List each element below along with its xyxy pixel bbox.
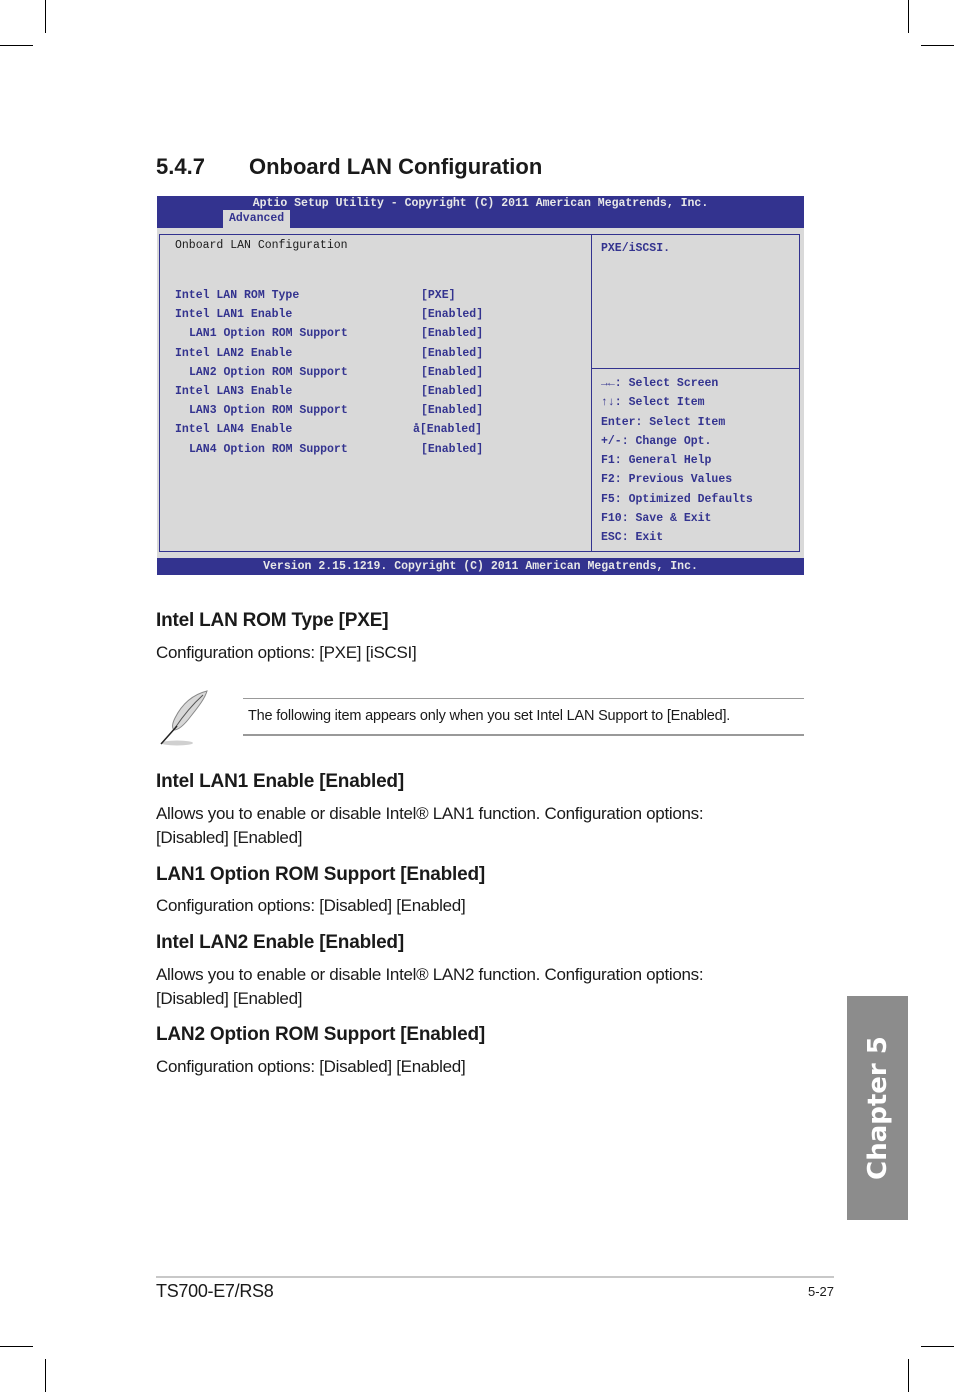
body-lan2-enable: Allows you to enable or disable Intel® L…: [156, 965, 704, 1008]
crop-mark: [921, 45, 954, 46]
crop-mark: [0, 45, 33, 46]
bios-setting-row[interactable]: Intel LAN3 Enable [Enabled]: [175, 385, 575, 401]
key-help-select-screen: →←: Select Screen: [601, 377, 719, 390]
bios-setting-row[interactable]: Intel LAN2 Enable [Enabled]: [175, 347, 575, 363]
bios-setting-value[interactable]: [Enabled]: [421, 404, 483, 417]
note-text: The following item appears only when you…: [248, 708, 731, 724]
bios-footer: Version 2.15.1219. Copyright (C) 2011 Am…: [157, 558, 804, 575]
key-help-esc: ESC: Exit: [601, 531, 664, 545]
crop-mark: [0, 1346, 33, 1347]
bios-screenshot: Aptio Setup Utility - Copyright (C) 2011…: [157, 196, 804, 575]
crop-mark: [45, 1359, 46, 1392]
bios-setting-label: Intel LAN3 Enable: [175, 385, 293, 398]
heading-lan-rom-type: Intel LAN ROM Type [PXE]: [156, 610, 389, 631]
heading-lan1-enable: Intel LAN1 Enable [Enabled]: [156, 771, 404, 792]
bios-setting-label: LAN3 Option ROM Support: [189, 404, 348, 418]
body-lan2-option-rom: Configuration options: [Disabled] [Enabl…: [156, 1057, 466, 1076]
bios-setting-label: Intel LAN1 Enable: [175, 308, 293, 322]
bios-help-text: PXE/iSCSI.: [601, 242, 671, 255]
footer-page-number: 5-27: [807, 1284, 834, 1299]
bios-setting-label: LAN2 Option ROM Support: [189, 365, 348, 379]
crop-mark: [908, 1359, 909, 1392]
bios-setting-value[interactable]: [Enabled]: [421, 443, 483, 456]
bios-setting-row[interactable]: LAN2 Option ROM Support [Enabled]: [175, 366, 575, 382]
bios-setting-label: Intel LAN2 Enable: [175, 346, 293, 360]
key-help-f1: F1: General Help: [601, 454, 712, 468]
crop-mark: [908, 0, 909, 33]
bios-setting-label: Intel LAN4 Enable: [175, 423, 293, 437]
bios-setting-row[interactable]: LAN4 Option ROM Support [Enabled]: [175, 443, 575, 459]
key-help-f2: F2: Previous Values: [601, 473, 733, 487]
bios-setting-row[interactable]: LAN1 Option ROM Support [Enabled]: [175, 327, 575, 343]
help-divider: [592, 368, 799, 369]
bios-setting-label: Intel LAN ROM Type: [175, 289, 300, 302]
chapter-tab: Chapter 5: [847, 996, 908, 1220]
crop-mark: [921, 1346, 954, 1347]
crop-mark: [45, 0, 46, 33]
section-title-text: Onboard LAN Configuration: [249, 154, 543, 179]
bios-setting-value[interactable]: [Enabled]: [421, 385, 483, 398]
bios-help-panel: PXE/iSCSI. →←: Select Screen ↑↓: Select …: [591, 234, 800, 552]
key-help-change-opt: +/-: Change Opt.: [601, 434, 712, 448]
section-number: 5.4.7: [156, 154, 205, 179]
bios-setting-row[interactable]: LAN3 Option ROM Support [Enabled]: [175, 404, 575, 420]
bios-setting-label: LAN4 Option ROM Support: [189, 442, 348, 456]
footer-divider: [156, 1276, 834, 1278]
note-box: The following item appears only when you…: [243, 698, 804, 736]
heading-lan2-option-rom: LAN2 Option ROM Support [Enabled]: [156, 1024, 486, 1045]
chapter-tab-label: Chapter 5: [862, 1036, 893, 1180]
bios-setting-value[interactable]: [Enabled]: [421, 308, 483, 321]
key-help-select-item: ↑↓: Select Item: [601, 396, 705, 410]
bios-settings-panel: Onboard LAN Configuration Intel LAN ROM …: [159, 234, 591, 552]
body-lan-rom-type: Configuration options: [PXE] [iSCSI]: [156, 643, 417, 662]
bios-setting-label: LAN1 Option ROM Support: [189, 327, 348, 341]
key-help-f5: F5: Optimized Defaults: [601, 492, 753, 506]
body-lan1-enable: Allows you to enable or disable Intel® L…: [156, 804, 704, 847]
bios-setting-row[interactable]: Intel LAN ROM Type [PXE]: [175, 289, 575, 305]
bios-setting-row[interactable]: Intel LAN1 Enable [Enabled]: [175, 308, 575, 324]
bios-setting-value[interactable]: [Enabled]: [421, 327, 483, 340]
bios-header-title: Aptio Setup Utility - Copyright (C) 2011…: [252, 197, 709, 210]
heading-lan2-enable: Intel LAN2 Enable [Enabled]: [156, 932, 404, 953]
key-help-list: →←: Select Screen ↑↓: Select Item Enter:…: [601, 377, 753, 551]
key-help-f10: F10: Save & Exit: [601, 512, 712, 526]
bios-setting-value[interactable]: [Enabled]: [421, 366, 483, 379]
bios-setting-value[interactable]: [Enabled]: [421, 347, 483, 360]
pencil-note-icon: [155, 688, 215, 748]
footer-model: TS700-E7/RS8: [156, 1281, 274, 1301]
section-title: 5.4.7 Onboard LAN Configuration: [156, 154, 542, 180]
bios-setting-value[interactable]: å[Enabled]: [413, 423, 482, 436]
bios-page-title: Onboard LAN Configuration: [175, 239, 348, 252]
tab-advanced[interactable]: Advanced: [223, 210, 291, 228]
key-help-enter: Enter: Select Item: [601, 415, 726, 429]
bios-setting-value[interactable]: [PXE]: [421, 289, 456, 302]
heading-lan1-option-rom: LAN1 Option ROM Support [Enabled]: [156, 864, 486, 885]
bios-header: Aptio Setup Utility - Copyright (C) 2011…: [157, 196, 804, 228]
body-lan1-option-rom: Configuration options: [Disabled] [Enabl…: [156, 896, 466, 915]
bios-setting-row[interactable]: Intel LAN4 Enable å[Enabled]: [175, 423, 575, 439]
